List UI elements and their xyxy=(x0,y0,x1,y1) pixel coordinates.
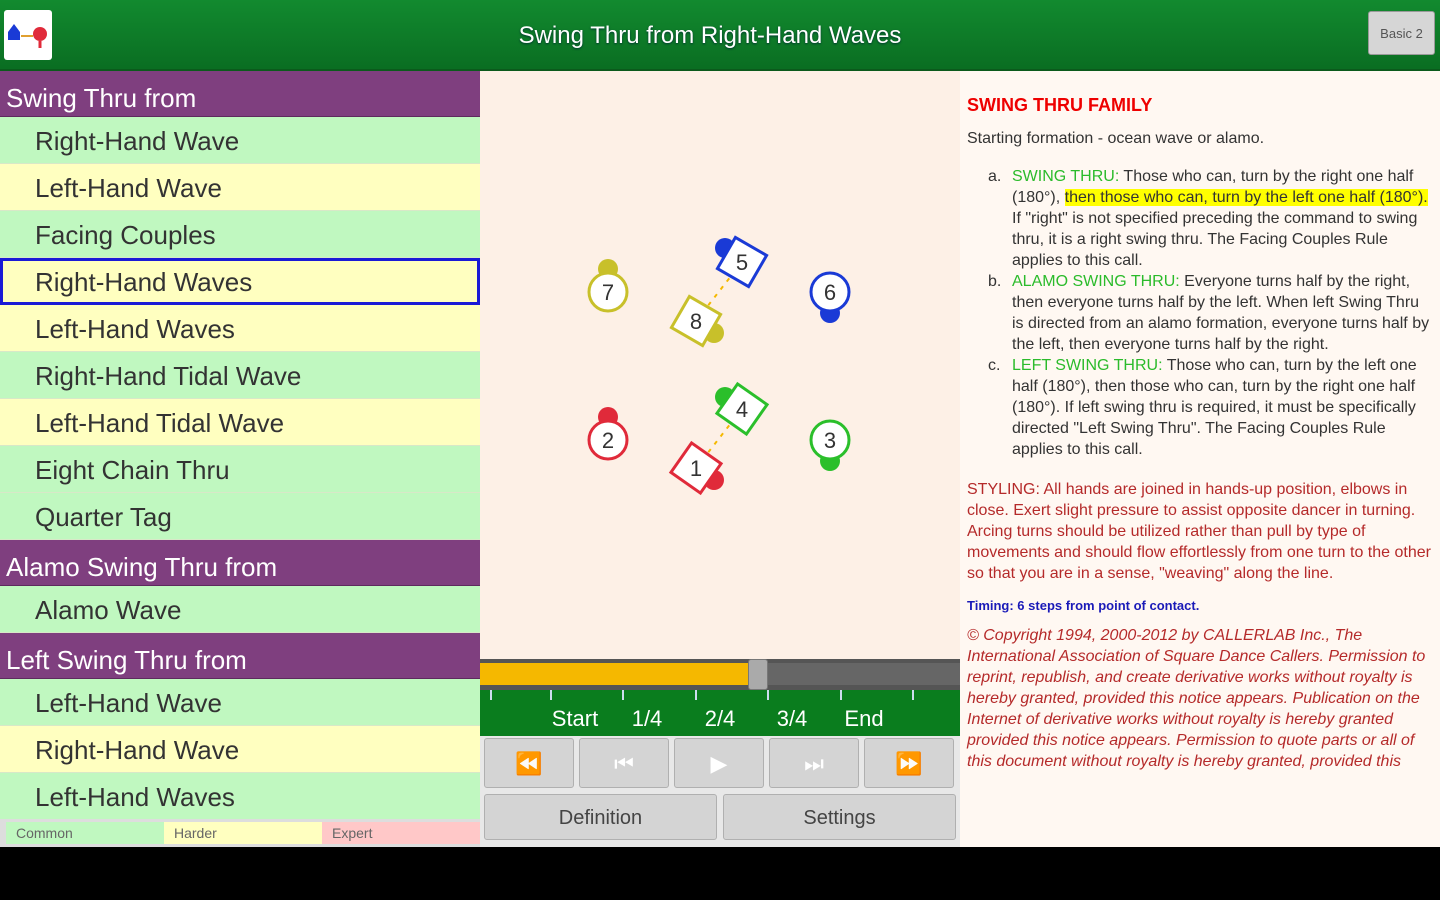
dancer-number: 5 xyxy=(736,250,748,275)
level-legend: Common Harder Expert xyxy=(0,819,480,847)
item-letter: a. xyxy=(988,168,1002,185)
item-text: If "right" is not specified preceding th… xyxy=(1012,210,1418,269)
tick-label: End xyxy=(844,706,884,731)
call-list-item[interactable]: Right-Hand Waves xyxy=(0,258,480,305)
dancer-8: 8 xyxy=(669,294,724,348)
slider-thumb[interactable] xyxy=(748,659,769,690)
call-list-item[interactable]: Facing Couples xyxy=(0,211,480,258)
dancer-number: 3 xyxy=(824,428,836,453)
definition-item: b. ALAMO SWING THRU: Everyone turns half … xyxy=(967,271,1432,355)
dancer-formation: 1 2 3 4 5 6 7 8 xyxy=(587,235,851,496)
definition-item: c. LEFT SWING THRU: Those who can, turn b… xyxy=(967,355,1432,460)
call-name: LEFT SWING THRU: xyxy=(1012,357,1163,374)
dancer-number: 6 xyxy=(824,280,836,305)
dancer-5: 5 xyxy=(715,235,769,289)
tick-label: 3/4 xyxy=(776,706,808,731)
legend-expert: Expert xyxy=(322,822,480,844)
dancer-7: 7 xyxy=(587,259,629,313)
definition-item: a. SWING THRU: Those who can, turn by the… xyxy=(967,166,1432,271)
tick-label: 1/4 xyxy=(631,706,663,731)
dance-diagram: 1 2 3 4 5 6 7 8 xyxy=(480,71,960,659)
call-name: ALAMO SWING THRU: xyxy=(1012,273,1180,290)
item-letter: b. xyxy=(988,273,1002,290)
slider-fill xyxy=(480,663,759,685)
tick-label: 2/4 xyxy=(704,706,736,731)
definition-panel: SWING THRU FAMILY Starting formation - o… xyxy=(960,71,1440,847)
section-header: Left Swing Thru from xyxy=(0,633,480,679)
call-list-sidebar: Swing Thru from Right-Hand Wave Left-Hand … xyxy=(0,71,480,847)
dancer-6: 6 xyxy=(809,271,851,323)
settings-button[interactable]: Settings xyxy=(723,794,956,840)
tick-labels: Start 1/4 2/4 3/4 End xyxy=(480,706,960,732)
family-heading: SWING THRU FAMILY xyxy=(967,95,1153,115)
section-header: Alamo Swing Thru from xyxy=(0,540,480,586)
call-list-item[interactable]: Left-Hand Tidal Wave xyxy=(0,399,480,446)
starting-formation: Starting formation - ocean wave or alamo… xyxy=(967,130,1265,147)
dancer-1: 1 xyxy=(668,440,724,496)
call-list-item[interactable]: Alamo Wave xyxy=(0,586,480,633)
app-root: Swing Thru from Right-Hand Waves Basic 2… xyxy=(0,0,1440,847)
fast-forward-button[interactable]: ⏩ xyxy=(864,738,954,788)
legend-common: Common xyxy=(6,822,164,844)
call-list-item[interactable]: Right-Hand Tidal Wave xyxy=(0,352,480,399)
slider-ticks: Start 1/4 2/4 3/4 End xyxy=(480,690,960,736)
tick-label: Start xyxy=(551,706,599,731)
call-name: SWING THRU: xyxy=(1012,168,1120,185)
timing-text: Timing: 6 steps from point of contact. xyxy=(967,598,1200,613)
dancer-4: 4 xyxy=(714,381,770,437)
tick-mark xyxy=(622,690,624,700)
page-title: Swing Thru from Right-Hand Waves xyxy=(518,22,902,49)
section-header: Swing Thru from xyxy=(0,71,480,117)
dancer-number: 4 xyxy=(736,397,748,422)
dancer-2: 2 xyxy=(587,407,629,461)
item-letter: c. xyxy=(988,357,1001,374)
rewind-button[interactable]: ⏪ xyxy=(484,738,574,788)
copyright-text: © Copyright 1994, 2000-2012 by CALLERLAB… xyxy=(967,627,1426,770)
playback-controls: ⏪ ⏮ ▶ ⏭ ⏩ Definition Settings xyxy=(480,736,960,847)
tick-mark xyxy=(490,690,492,700)
dancer-number: 2 xyxy=(602,428,614,453)
call-list-item[interactable]: Quarter Tag xyxy=(0,493,480,540)
tick-mark xyxy=(695,690,697,700)
dancer-number: 1 xyxy=(690,456,702,481)
step-back-button[interactable]: ⏮ xyxy=(579,738,669,788)
styling-text: STYLING: All hands are joined in hands-u… xyxy=(967,481,1431,582)
call-list-item[interactable]: Right-Hand Wave xyxy=(0,726,480,773)
play-button[interactable]: ▶ xyxy=(674,738,764,788)
tick-mark xyxy=(767,690,769,700)
call-list-item[interactable]: Left-Hand Waves xyxy=(0,773,480,820)
call-list-item[interactable]: Left-Hand Waves xyxy=(0,305,480,352)
call-list-item[interactable]: Eight Chain Thru xyxy=(0,446,480,493)
step-forward-button[interactable]: ⏭ xyxy=(769,738,859,788)
legend-harder: Harder xyxy=(164,822,322,844)
dancer-3: 3 xyxy=(809,419,851,471)
tick-mark xyxy=(550,690,552,700)
dancer-number: 8 xyxy=(690,309,702,334)
highlighted-text: then those who can, turn by the left one… xyxy=(1064,189,1428,206)
dancer-number: 7 xyxy=(602,280,614,305)
definition-list: a. SWING THRU: Those who can, turn by the… xyxy=(967,166,1432,460)
definition-button[interactable]: Definition xyxy=(484,794,717,840)
title-bar: Swing Thru from Right-Hand Waves Basic 2 xyxy=(0,0,1440,71)
level-button[interactable]: Basic 2 xyxy=(1368,11,1435,55)
tick-mark xyxy=(912,690,914,700)
call-list: Swing Thru from Right-Hand Wave Left-Hand … xyxy=(0,71,480,820)
call-list-item[interactable]: Left-Hand Wave xyxy=(0,679,480,726)
progress-slider[interactable] xyxy=(480,659,960,690)
call-list-item[interactable]: Right-Hand Wave xyxy=(0,117,480,164)
call-list-item[interactable]: Left-Hand Wave xyxy=(0,164,480,211)
tick-mark xyxy=(840,690,842,700)
